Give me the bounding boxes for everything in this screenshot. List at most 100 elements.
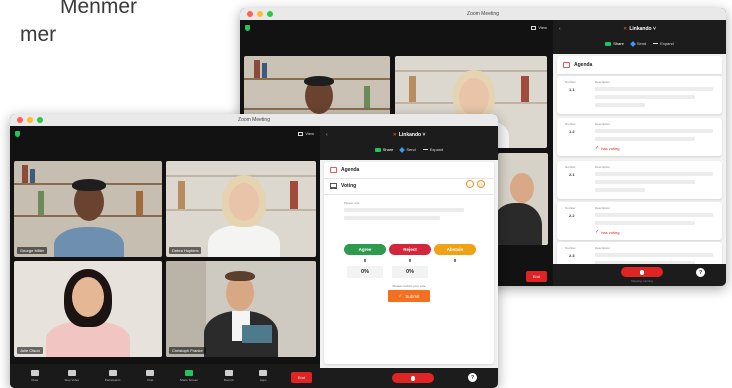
- agenda-number: 2.1: [569, 172, 575, 177]
- meeting-toolbar: Mute Stop Video Participants Chat Share Scre…: [10, 364, 320, 388]
- grid-icon: [298, 131, 304, 136]
- toolbar-item-participants[interactable]: Participants: [105, 370, 120, 382]
- abstain-button[interactable]: Abstain: [434, 244, 476, 255]
- view-button[interactable]: View: [298, 131, 314, 136]
- view-button[interactable]: View: [531, 25, 547, 30]
- back-help-icon[interactable]: ?: [696, 268, 705, 277]
- number-label: Number: [565, 122, 576, 126]
- front-help-icon[interactable]: ?: [468, 373, 477, 382]
- participant-name: Christoph Franke: [169, 347, 206, 354]
- reject-count: 0: [408, 258, 412, 263]
- abstain-count: 0: [453, 258, 457, 263]
- confirm-vote-label: Please confirm your vote: [392, 284, 426, 288]
- number-label: Number: [565, 206, 576, 210]
- participant-tile-george[interactable]: George Miller: [14, 161, 162, 257]
- expand-button[interactable]: Expand: [422, 147, 443, 152]
- description-label: Description: [595, 165, 611, 169]
- stop-video-icon: [67, 370, 76, 376]
- back-mic-toggle[interactable]: [621, 267, 663, 277]
- send-icon: [630, 40, 636, 47]
- timer-icon[interactable]: ◷: [477, 180, 485, 188]
- linkando-logo-icon: ✕: [623, 26, 628, 32]
- check-icon: ✓: [595, 229, 600, 235]
- send-button[interactable]: Send: [399, 146, 416, 153]
- front-window-title: Zoom Meeting: [238, 117, 270, 123]
- number-label: Number: [565, 246, 576, 250]
- front-titlebar: Zoom Meeting: [10, 114, 498, 126]
- toolbar-item-chat[interactable]: Chat: [146, 370, 155, 382]
- front-linkando-panel: ‹ ✕ Linkando ˅ Share Send Expand Agenda V…: [320, 126, 498, 388]
- agenda-item-card[interactable]: Number Description 2.2 ✓ has voting: [557, 202, 722, 240]
- record-icon: [224, 370, 233, 376]
- agenda-item-card[interactable]: Number Description 2.1: [557, 161, 722, 199]
- share-screen-icon: [184, 370, 193, 376]
- participant-tile-julie[interactable]: Julie Olson: [14, 261, 162, 357]
- agenda-icon: [330, 167, 337, 173]
- has-voting-badge: ✓ has voting: [595, 229, 620, 235]
- back-tile-partial[interactable]: [498, 153, 548, 245]
- toolbar-item-apps[interactable]: Apps: [259, 370, 268, 382]
- front-brand: ✕ Linkando ˅: [392, 132, 426, 138]
- send-button[interactable]: Send: [630, 40, 646, 47]
- expand-button[interactable]: Expand: [653, 41, 674, 46]
- back-end-button[interactable]: End: [525, 271, 547, 282]
- share-button[interactable]: Share: [605, 41, 624, 46]
- has-voting-badge: ✓ has voting: [595, 145, 620, 151]
- agree-percent: 0%: [347, 266, 383, 278]
- agree-button[interactable]: Agree: [344, 244, 386, 255]
- description-label: Description: [595, 122, 611, 126]
- participant-tile-christoph[interactable]: Christoph Franke: [166, 261, 316, 357]
- back-status-text: Meeting running: [631, 279, 653, 283]
- voting-icon: [330, 183, 337, 189]
- microphone-icon: [640, 269, 644, 275]
- description-label: Description: [595, 206, 611, 210]
- number-label: Number: [565, 165, 576, 169]
- chat-icon: [146, 370, 155, 376]
- check-icon: ✓: [595, 145, 600, 151]
- agree-count: 0: [363, 258, 367, 263]
- front-agenda-title: Agenda: [341, 167, 360, 173]
- front-zoom-window: Zoom Meeting View George Miller Debra Ho…: [10, 114, 498, 388]
- info-icon[interactable]: i: [466, 180, 474, 188]
- front-video-area: View George Miller Debra Hopkins Julie O…: [10, 126, 320, 388]
- microphone-icon: [411, 375, 415, 381]
- front-panel-bottom: ?: [320, 368, 498, 388]
- reject-button[interactable]: Reject: [389, 244, 431, 255]
- mute-icon: [30, 370, 39, 376]
- back-titlebar: Zoom Meeting: [240, 8, 726, 20]
- background-text-line2: mer: [20, 23, 57, 46]
- expand-icon: [422, 149, 428, 150]
- back-agenda-header-card: Agenda: [557, 56, 722, 74]
- participants-icon: [108, 370, 117, 376]
- share-icon: [605, 41, 612, 46]
- front-mic-toggle[interactable]: [392, 373, 434, 383]
- toolbar-item-record[interactable]: Record: [224, 370, 233, 382]
- apps-icon: [259, 370, 268, 376]
- toolbar-item-mute[interactable]: Mute: [30, 370, 39, 382]
- share-icon: [374, 147, 381, 152]
- agenda-number: 1.1: [569, 87, 575, 92]
- voting-title: Voting: [341, 183, 357, 189]
- submit-vote-button[interactable]: ✓ Submit: [388, 290, 430, 302]
- screenshot-stage: Menmer mer Zoom Meeting View End ‹ ✕ Lin…: [0, 0, 732, 388]
- participant-name: Julie Olson: [17, 347, 43, 354]
- agenda-icon: [563, 62, 570, 68]
- back-linkando-panel: ‹ ✕ Linkando ˅ Share Send Expand Agenda N…: [553, 20, 726, 286]
- back-agenda-title: Agenda: [574, 62, 593, 68]
- share-button[interactable]: Share: [374, 147, 393, 152]
- agenda-item-card[interactable]: Number Description 1.2 ✓ has voting: [557, 118, 722, 156]
- back-window-title: Zoom Meeting: [467, 11, 499, 17]
- toolbar-item-share-screen[interactable]: Share Screen: [180, 370, 198, 382]
- reject-percent: 0%: [392, 266, 428, 278]
- end-meeting-button[interactable]: End: [290, 372, 312, 383]
- toolbar-item-stop-video[interactable]: Stop Video: [64, 370, 79, 382]
- agenda-number: 2.2: [569, 213, 575, 218]
- participant-tile-debra[interactable]: Debra Hopkins: [166, 161, 316, 257]
- send-icon: [399, 146, 406, 153]
- front-panel-header: ‹ ✕ Linkando ˅ Share Send Expand: [320, 126, 498, 160]
- front-panel-actions: Share Send Expand: [320, 146, 498, 153]
- expand-icon: [653, 43, 659, 44]
- participant-name: George Miller: [17, 247, 48, 254]
- shield-icon: [245, 25, 250, 31]
- agenda-item-card[interactable]: Number Description 1.1: [557, 76, 722, 114]
